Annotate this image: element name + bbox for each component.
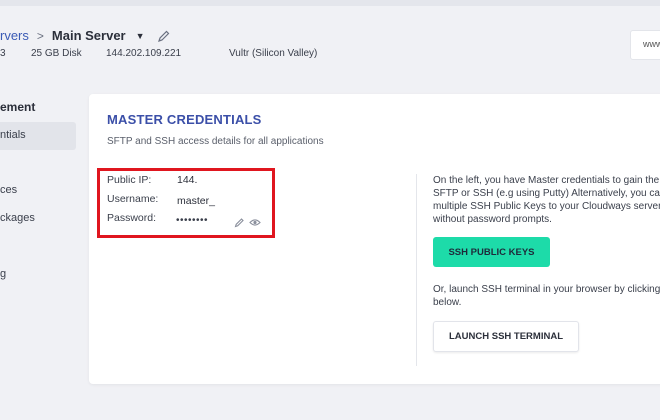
info-line: SFTP or SSH (e.g using Putty) Alternativ… (433, 188, 660, 199)
card-title: MASTER CREDENTIALS (107, 112, 262, 127)
sidebar-heading: ement (0, 100, 36, 114)
spec-ip: 144.202.109.221 (106, 48, 182, 59)
credentials-info-text: On the left, you have Master credentials… (433, 174, 660, 226)
server-dropdown-caret-icon[interactable]: ▼ (136, 31, 145, 41)
spec-provider: Vultr (Silicon Valley) (229, 48, 318, 59)
breadcrumb-current-server: Main Server (51, 28, 126, 43)
sidebar-item-services[interactable]: ces (0, 184, 17, 196)
show-password-eye-icon[interactable] (249, 217, 261, 228)
info-line: Or, launch SSH terminal in your browser … (433, 284, 660, 295)
breadcrumb: rvers > Main Server ▼ (0, 28, 171, 43)
breadcrumb-servers-link[interactable]: rvers (0, 28, 29, 43)
public-ip-value: 144. (177, 174, 198, 186)
password-value: •••••••• (176, 215, 209, 226)
top-bar (0, 0, 660, 6)
username-value: master_ (177, 195, 215, 207)
edit-server-name-icon[interactable] (157, 29, 171, 43)
info-line: On the left, you have Master credentials… (433, 175, 660, 186)
launch-terminal-info-text: Or, launch SSH terminal in your browser … (433, 283, 660, 309)
master-credentials-card: MASTER CREDENTIALS SFTP and SSH access d… (89, 94, 660, 384)
info-line: without password prompts. (433, 214, 552, 225)
breadcrumb-separator: > (36, 28, 44, 43)
info-line: multiple SSH Public Keys to your Cloudwa… (433, 201, 660, 212)
sidebar-item-master-credentials[interactable]: ntials (0, 122, 76, 150)
edit-password-icon[interactable] (234, 217, 245, 228)
card-divider (416, 174, 417, 366)
card-subtitle: SFTP and SSH access details for all appl… (107, 136, 324, 147)
app-url-field[interactable]: www (630, 30, 660, 60)
sidebar-item-packages[interactable]: ckages (0, 212, 35, 224)
info-line: below. (433, 297, 462, 308)
spec-disk: 25 GB Disk (31, 48, 82, 59)
public-ip-label: Public IP: (107, 174, 152, 186)
ssh-public-keys-button[interactable]: SSH PUBLIC KEYS (433, 237, 550, 267)
username-label: Username: (107, 193, 159, 205)
launch-ssh-terminal-button[interactable]: LAUNCH SSH TERMINAL (433, 321, 579, 352)
sidebar-item-monitoring[interactable]: g (0, 268, 6, 280)
password-label: Password: (107, 212, 157, 224)
spec-partial: 3 (0, 48, 6, 59)
